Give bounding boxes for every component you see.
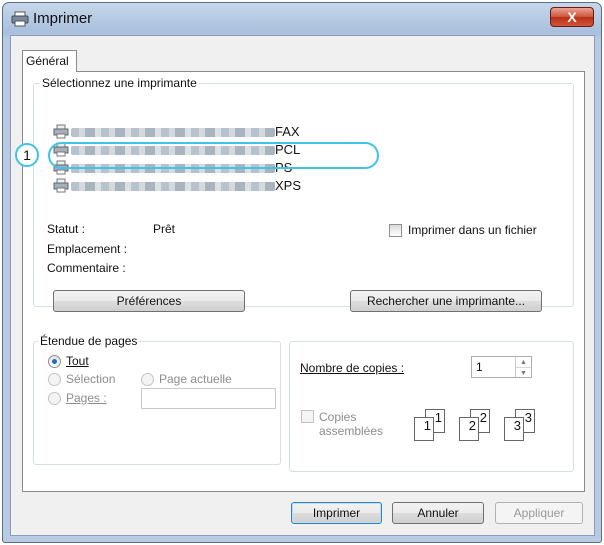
selection-label: Sélection xyxy=(66,372,116,386)
print-button[interactable]: Imprimer xyxy=(291,502,382,524)
dialog-client-area: Général Sélectionnez une imprimante FAX xyxy=(10,35,595,536)
tab-general[interactable]: Général xyxy=(22,50,77,72)
printer-icon xyxy=(53,178,69,193)
status-label: Statut : xyxy=(47,222,86,236)
copies-input[interactable]: 1 ▲ ▼ xyxy=(471,356,532,378)
window-title: Imprimer xyxy=(33,10,93,27)
title-bar[interactable]: Imprimer X xyxy=(3,3,601,35)
comment-label: Commentaire : xyxy=(47,261,126,275)
tab-general-label: Général xyxy=(26,54,69,68)
printer-name-redacted xyxy=(71,128,275,137)
collate-page-number: 3 xyxy=(513,418,521,433)
collate-label-line1: Copies xyxy=(319,410,357,424)
all-pages-radio[interactable] xyxy=(48,355,61,368)
printer-item-fax[interactable]: FAX xyxy=(53,123,373,141)
cancel-button[interactable]: Annuler xyxy=(392,502,484,524)
print-to-file-label: Imprimer dans un fichier xyxy=(408,223,537,237)
current-page-label: Page actuelle xyxy=(159,372,232,386)
close-button[interactable]: X xyxy=(550,7,594,27)
apply-button[interactable]: Appliquer xyxy=(495,502,583,524)
collate-set-3: 3 3 xyxy=(504,409,540,443)
collate-set-2: 2 2 xyxy=(459,409,495,443)
collate-page-number: 1 xyxy=(423,418,431,433)
printer-list[interactable]: FAX PCL PS XPS xyxy=(53,115,365,225)
pages-label: Pages : xyxy=(66,391,107,405)
page-range-legend: Étendue de pages xyxy=(38,334,140,348)
collate-page-number: 2 xyxy=(479,410,487,425)
collate-page-icon: 1 xyxy=(414,417,434,441)
preferences-button[interactable]: Préférences xyxy=(53,290,245,312)
collate-page-icon: 2 xyxy=(459,417,479,441)
spin-up-icon[interactable]: ▲ xyxy=(516,357,531,368)
collate-checkbox[interactable] xyxy=(301,410,314,423)
location-label: Emplacement : xyxy=(47,242,128,256)
copies-spinner[interactable]: ▲ ▼ xyxy=(515,357,531,377)
pages-input[interactable] xyxy=(141,388,276,409)
selection-radio[interactable] xyxy=(48,373,61,386)
status-value: Prêt xyxy=(153,222,176,236)
printer-icon xyxy=(11,11,29,27)
print-dialog-window: Imprimer X Général Sélectionnez une impr… xyxy=(2,2,602,543)
current-page-radio[interactable] xyxy=(141,373,154,386)
collate-illustration: 1 1 2 2 3 3 xyxy=(414,409,564,449)
callout-number: 1 xyxy=(15,143,39,167)
collate-page-number: 3 xyxy=(524,410,532,425)
pages-radio[interactable] xyxy=(48,392,61,405)
copies-label: Nombre de copies : xyxy=(300,361,405,375)
print-to-file-checkbox[interactable] xyxy=(389,224,402,237)
all-pages-label: Tout xyxy=(66,354,89,368)
find-printer-button[interactable]: Rechercher une imprimante... xyxy=(350,290,542,312)
printer-item-xps[interactable]: XPS xyxy=(53,177,373,195)
copies-value: 1 xyxy=(476,360,483,374)
spin-down-icon[interactable]: ▼ xyxy=(516,368,531,379)
printer-suffix: XPS xyxy=(275,178,302,193)
printer-suffix: FAX xyxy=(275,124,300,139)
collate-set-1: 1 1 xyxy=(414,409,450,443)
general-tab-panel: Sélectionnez une imprimante FAX PCL PS X… xyxy=(22,71,585,492)
collate-page-icon: 3 xyxy=(504,417,524,441)
collate-label-line2: assemblées xyxy=(319,424,384,438)
printer-name-redacted xyxy=(71,182,275,191)
ps-printer-highlight xyxy=(48,142,379,169)
collate-page-number: 1 xyxy=(434,410,442,425)
collate-page-number: 2 xyxy=(468,418,476,433)
printer-icon xyxy=(53,124,69,139)
printer-group-legend: Sélectionnez une imprimante xyxy=(40,76,199,90)
